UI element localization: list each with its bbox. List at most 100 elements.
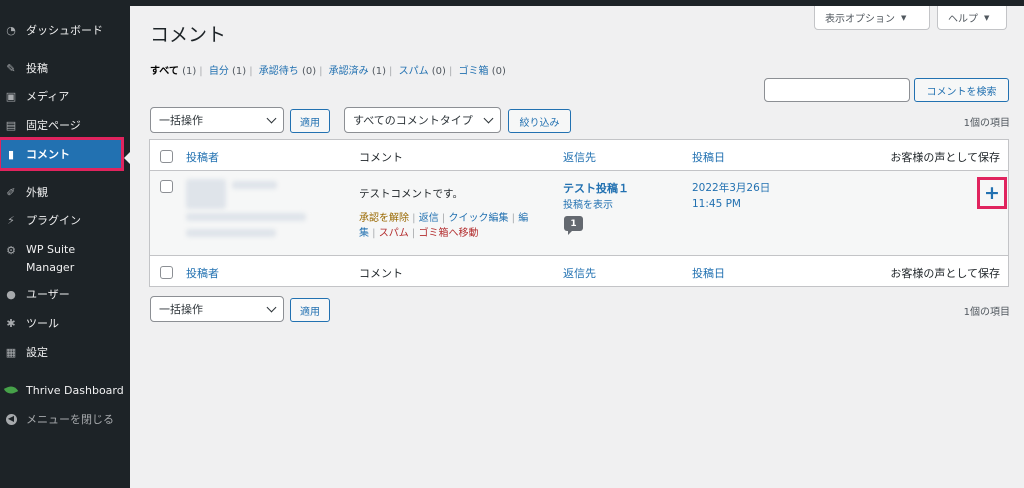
time-line: 11:45 PM bbox=[692, 198, 741, 210]
media-icon: ▣ bbox=[5, 89, 17, 103]
filter-trash[interactable]: ゴミ箱 bbox=[459, 66, 489, 77]
collapse-menu-button[interactable]: ◀ メニューを閉じる bbox=[0, 406, 130, 432]
date-line: 2022年3月26日 bbox=[692, 182, 771, 194]
filter-count: (0) bbox=[301, 66, 317, 77]
column-author[interactable]: 投稿者 bbox=[186, 265, 219, 281]
column-comment: コメント bbox=[359, 267, 403, 280]
sidebar-item-media[interactable]: ▣ メディア bbox=[0, 83, 130, 109]
edit-link-cont[interactable]: 集 bbox=[359, 228, 369, 239]
active-indicator bbox=[124, 152, 130, 164]
quick-edit-link[interactable]: クイック編集 bbox=[448, 213, 508, 224]
author-name-redacted bbox=[232, 181, 277, 189]
status-filters: すべて (1) | 自分 (1) | 承認待ち (0) | 承認済み (1) | スパム… bbox=[150, 66, 506, 77]
plugin-icon: ⚡ bbox=[7, 213, 15, 227]
comment-date[interactable]: 2022年3月26日 11:45 PM bbox=[692, 180, 770, 212]
apply-button[interactable]: 適用 bbox=[290, 109, 330, 133]
comment-count-bubble[interactable]: 1 bbox=[564, 216, 583, 235]
select-all-checkbox[interactable] bbox=[160, 150, 173, 163]
dashboard-icon: ◔ bbox=[6, 23, 16, 37]
row-checkbox[interactable] bbox=[160, 180, 173, 193]
plus-icon: + bbox=[984, 182, 1000, 204]
filter-mine[interactable]: 自分 bbox=[209, 66, 229, 77]
comment-type-value: すべてのコメントタイプ bbox=[353, 114, 473, 127]
sidebar-item-plugins[interactable]: ⚡ プラグイン bbox=[0, 207, 130, 233]
comment-text: テストコメントです。 bbox=[359, 188, 463, 200]
table-row: テストコメントです。 承認を解除 | 返信 | クイック編集 | 編集 | スパ… bbox=[150, 171, 1008, 255]
edit-link[interactable]: 編 bbox=[518, 213, 528, 224]
filter-spam[interactable]: スパム bbox=[399, 66, 429, 77]
sidebar-item-pages[interactable]: ▤ 固定ページ bbox=[0, 112, 130, 138]
filter-count: (0) bbox=[431, 66, 446, 77]
comments-table: 投稿者 コメント 返信先 投稿日 お客様の声として保存 テストコメントです。 承… bbox=[149, 139, 1009, 287]
search-comments-button[interactable]: コメントを検索 bbox=[914, 78, 1009, 102]
sidebar-item-label: 設定 bbox=[26, 346, 48, 359]
collapse-icon: ◀ bbox=[5, 413, 17, 425]
screen-options-label: 表示オプション bbox=[825, 14, 895, 25]
table-header: 投稿者 コメント 返信先 投稿日 お客様の声として保存 bbox=[150, 140, 1008, 171]
column-date[interactable]: 投稿日 bbox=[692, 265, 725, 281]
sidebar-item-comments[interactable]: ▮ コメント bbox=[0, 137, 124, 171]
chevron-down-icon bbox=[266, 302, 277, 313]
gear-icon: ⚙ bbox=[6, 243, 16, 257]
column-comment: コメント bbox=[359, 151, 403, 164]
filter-approved[interactable]: 承認済み bbox=[329, 66, 369, 77]
screen-options-button[interactable]: 表示オプション ▼ bbox=[814, 6, 930, 30]
unapprove-link[interactable]: 承認を解除 bbox=[359, 213, 409, 224]
column-response[interactable]: 返信先 bbox=[563, 149, 596, 165]
sidebar-item-dashboard[interactable]: ◔ ダッシュボード bbox=[0, 17, 130, 43]
author-ip-redacted bbox=[186, 229, 276, 237]
sidebar-item-wp-suite-manager[interactable]: ⚙ WP Suite Manager bbox=[0, 238, 130, 278]
pin-icon: ✎ bbox=[6, 61, 16, 75]
page-icon: ▤ bbox=[5, 118, 17, 132]
comment-type-select[interactable]: すべてのコメントタイプ bbox=[344, 107, 501, 133]
column-date[interactable]: 投稿日 bbox=[692, 149, 725, 165]
sidebar-item-label: 外観 bbox=[26, 186, 48, 199]
wrench-icon: ✱ bbox=[6, 316, 16, 330]
sidebar-item-label: プラグイン bbox=[26, 214, 81, 227]
bulk-action-select-bottom[interactable]: 一括操作 bbox=[150, 296, 284, 322]
sidebar-item-label: メディア bbox=[26, 90, 70, 103]
avatar bbox=[186, 179, 226, 209]
leaf-icon bbox=[3, 383, 19, 397]
sidebar-item-label: 投稿 bbox=[26, 62, 48, 75]
sidebar-item-users[interactable]: ● ユーザー bbox=[0, 281, 130, 307]
sidebar-item-settings[interactable]: ▦ 設定 bbox=[0, 339, 130, 365]
post-title-link[interactable]: テスト投稿１ bbox=[563, 180, 629, 196]
search-input[interactable] bbox=[764, 78, 910, 102]
trash-link[interactable]: ゴミ箱へ移動 bbox=[418, 228, 478, 239]
column-save-testimonial: お客様の声として保存 bbox=[890, 267, 1000, 280]
row-actions: 承認を解除 | 返信 | クイック編集 | 編集 | スパム | ゴミ箱へ移動 bbox=[359, 213, 529, 239]
filter-count: (1) bbox=[232, 66, 247, 77]
spam-link[interactable]: スパム bbox=[379, 228, 409, 239]
caret-down-icon: ▼ bbox=[984, 13, 990, 22]
filter-button[interactable]: 絞り込み bbox=[508, 109, 571, 133]
user-icon: ● bbox=[6, 287, 16, 301]
select-all-checkbox-footer[interactable] bbox=[160, 266, 173, 279]
chevron-down-icon bbox=[483, 113, 494, 124]
sidebar-item-label: ダッシュボード bbox=[26, 24, 103, 37]
comment-icon: ▮ bbox=[7, 147, 15, 161]
page-title: コメント bbox=[150, 24, 227, 46]
column-response[interactable]: 返信先 bbox=[563, 265, 596, 281]
sidebar-item-posts[interactable]: ✎ 投稿 bbox=[0, 55, 130, 81]
apply-button-bottom[interactable]: 適用 bbox=[290, 298, 330, 322]
bulk-action-value: 一括操作 bbox=[159, 114, 203, 127]
caret-down-icon: ▼ bbox=[901, 13, 907, 22]
settings-icon: ▦ bbox=[5, 345, 17, 359]
bulk-action-select[interactable]: 一括操作 bbox=[150, 107, 284, 133]
reply-link[interactable]: 返信 bbox=[419, 213, 439, 224]
save-testimonial-button[interactable]: + bbox=[977, 177, 1007, 209]
sidebar-item-tools[interactable]: ✱ ツール bbox=[0, 310, 130, 336]
view-post-link[interactable]: 投稿を表示 bbox=[563, 196, 613, 211]
sidebar-item-label: WP Suite Manager bbox=[26, 243, 76, 274]
column-save-testimonial: お客様の声として保存 bbox=[890, 151, 1000, 164]
column-author[interactable]: 投稿者 bbox=[186, 149, 219, 165]
help-label: ヘルプ bbox=[948, 14, 978, 25]
filter-all[interactable]: すべて bbox=[150, 66, 179, 77]
sidebar-item-thrive-dashboard[interactable]: Thrive Dashboard bbox=[0, 377, 130, 403]
sidebar-item-appearance[interactable]: ✐ 外観 bbox=[0, 179, 130, 205]
sidebar-item-label: 固定ページ bbox=[26, 119, 81, 132]
help-button[interactable]: ヘルプ ▼ bbox=[937, 6, 1007, 30]
filter-count: (1) bbox=[371, 66, 387, 77]
filter-pending[interactable]: 承認待ち bbox=[259, 66, 299, 77]
